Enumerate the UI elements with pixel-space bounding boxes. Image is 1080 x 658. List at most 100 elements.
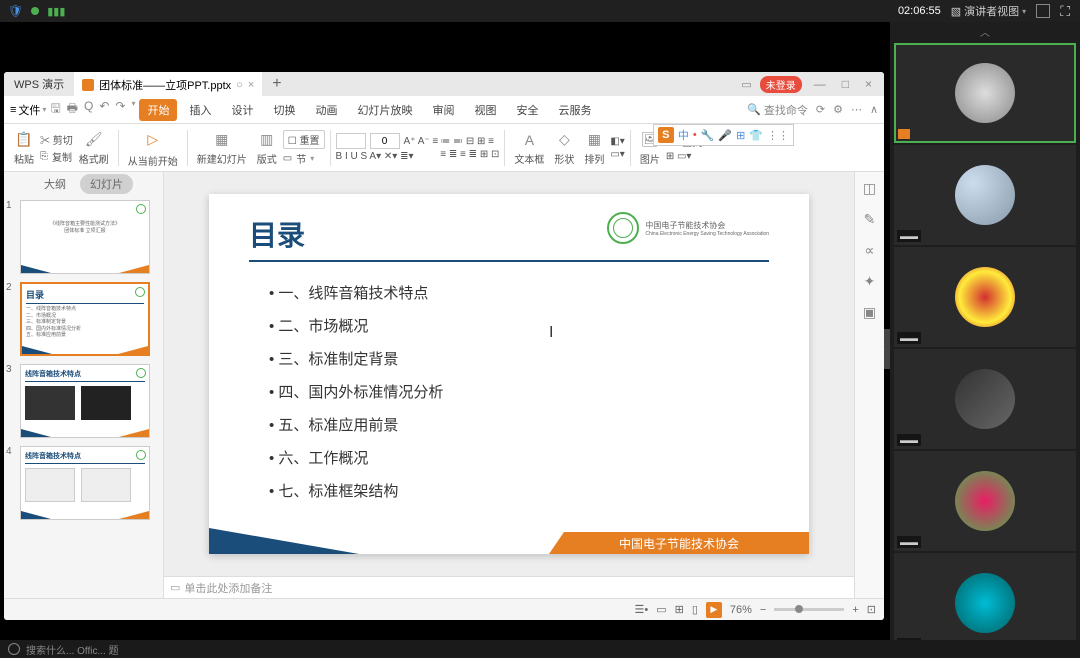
share-tool-icon[interactable]: ∝ xyxy=(864,242,874,259)
chevron-down-icon[interactable]: ▾ xyxy=(131,99,135,120)
shape-button[interactable]: ◇形状 xyxy=(550,130,578,166)
copy-button[interactable]: ⎘ 复制 xyxy=(40,149,73,164)
normal-view-icon[interactable]: ▭ xyxy=(656,603,666,616)
thumbnail[interactable]: 1 《线阵音箱主要性能测试方法》团体标准 立项汇报 xyxy=(8,200,159,274)
collapse-ribbon-icon[interactable]: ∧ xyxy=(870,103,878,116)
menu-insert[interactable]: 插入 xyxy=(181,99,219,121)
participant-tile[interactable]: ▬▬ xyxy=(894,553,1076,640)
print-icon[interactable]: 🖶 xyxy=(67,99,78,120)
select-tool-icon[interactable]: ◫ xyxy=(863,180,876,197)
menu-security[interactable]: 安全 xyxy=(508,99,546,121)
textbox-button[interactable]: A文本框 xyxy=(510,130,548,166)
ime-more-icon[interactable]: ⋮⋮ xyxy=(767,129,789,142)
minimize-button[interactable]: — xyxy=(810,77,830,91)
sorter-view-icon[interactable]: ⊞ xyxy=(675,603,684,616)
menu-start[interactable]: 开始 xyxy=(139,99,177,121)
align-row[interactable]: ≡ ≣ ≡ ≣ ⊞ ⊡ xyxy=(440,149,499,160)
style-tool-icon[interactable]: ✎ xyxy=(864,211,876,228)
section-button[interactable]: ▭ 节 ▾ xyxy=(283,151,325,166)
thumbnail[interactable]: 4 线阵音箱技术特点 xyxy=(8,446,159,520)
participant-tile[interactable]: ▬▬ xyxy=(894,247,1076,347)
outline-button[interactable]: ▭▾ xyxy=(610,149,624,160)
expand-icon[interactable]: ⛶ xyxy=(1060,3,1070,20)
menu-view[interactable]: 视图 xyxy=(466,99,504,121)
presenter-view-button[interactable]: ▧ 演讲者视图 ▾ xyxy=(951,3,1026,19)
notes-pane[interactable]: ▭ 单击此处添加备注 xyxy=(164,576,854,598)
participant-tile[interactable]: ▬▬ xyxy=(894,451,1076,551)
fit-button[interactable]: ⊡ xyxy=(867,603,876,616)
undo-icon[interactable]: ↶ xyxy=(99,99,109,120)
search-label: 查找命令 xyxy=(764,102,808,118)
menu-transition[interactable]: 切换 xyxy=(265,99,303,121)
menu-cloud[interactable]: 云服务 xyxy=(550,99,599,121)
window-icon[interactable]: ▭ xyxy=(741,78,751,91)
reading-view-icon[interactable]: ▯ xyxy=(692,603,698,616)
close-tab-icon[interactable]: × xyxy=(248,79,254,91)
font-box[interactable] xyxy=(336,133,366,149)
participant-tile[interactable] xyxy=(894,43,1076,143)
smiley-icon[interactable] xyxy=(8,643,20,655)
scroll-up-icon[interactable]: ︿ xyxy=(890,22,1080,41)
notes-toggle[interactable]: ☰• xyxy=(634,603,648,616)
fill-button[interactable]: ◧▾ xyxy=(610,136,624,147)
document-tab[interactable]: 团体标准——立项PPT.pptx ○ × xyxy=(74,72,262,96)
arrange-button[interactable]: ▦排列 xyxy=(580,130,608,166)
zoom-in-button[interactable]: + xyxy=(852,604,858,616)
thumbnail[interactable]: 3 线阵音箱技术特点 xyxy=(8,364,159,438)
ime-tool-icon[interactable]: 🔧 xyxy=(701,129,715,142)
participant-tile[interactable]: ▬▬ xyxy=(894,349,1076,449)
cut-button[interactable]: ✂ 剪切 xyxy=(40,132,73,147)
preview-icon[interactable]: Q xyxy=(84,99,93,120)
maximize-button[interactable]: □ xyxy=(838,77,853,91)
font-size-box[interactable] xyxy=(370,133,400,149)
ime-toolbar[interactable]: S 中 • 🔧 🎤 ⊞ 👕 ⋮⋮ xyxy=(653,124,794,146)
toc-list[interactable]: 一、线阵音箱技术特点 二、市场概况 三、标准制定背景 四、国内外标准情况分析 五… xyxy=(249,282,769,501)
toc-item: 一、线阵音箱技术特点 xyxy=(269,282,769,303)
slideshow-button[interactable]: ▶ xyxy=(706,602,722,618)
reset-button[interactable]: ☐ 重置 xyxy=(283,130,325,149)
zoom-slider[interactable] xyxy=(774,608,844,611)
new-slide-button[interactable]: ▦新建幻灯片 xyxy=(193,130,251,166)
outline-panel: 大纲 幻灯片 1 《线阵音箱主要性能测试方法》团体标准 立项汇报 2 目录 一、… xyxy=(4,172,164,598)
thumbnail[interactable]: 2 目录 一、线阵音箱技术特点二、市场概况三、标准制定背景四、国内外标准情况分析… xyxy=(8,282,159,356)
ime-mic-icon[interactable]: 🎤 xyxy=(718,129,732,142)
menu-design[interactable]: 设计 xyxy=(223,99,261,121)
more-icon[interactable]: ⋯ xyxy=(851,103,862,116)
property-tool-icon[interactable]: ▣ xyxy=(863,304,876,321)
search-command[interactable]: 🔍查找命令 xyxy=(747,102,808,118)
ime-lang[interactable]: 中 xyxy=(678,127,689,143)
menu-animation[interactable]: 动画 xyxy=(307,99,345,121)
menu-slideshow[interactable]: 幻灯片放映 xyxy=(349,99,420,121)
sync-icon[interactable]: ⟳ xyxy=(816,103,825,116)
replace-button[interactable]: ⊞ ▭▾ xyxy=(666,151,702,162)
redo-icon[interactable]: ↷ xyxy=(115,99,125,120)
login-badge[interactable]: 未登录 xyxy=(760,76,802,93)
gear-icon[interactable]: ⚙ xyxy=(833,103,843,116)
participant-tile[interactable]: ▬▬ xyxy=(894,145,1076,245)
font-style-row[interactable]: B I U S A▾ ✕▾ ≣▾ xyxy=(336,151,439,162)
format-painter[interactable]: 🖌格式刷 xyxy=(75,130,113,166)
ime-dot[interactable]: • xyxy=(693,129,697,141)
slides-tab[interactable]: 幻灯片 xyxy=(80,174,133,194)
avatar xyxy=(955,267,1015,327)
from-current-button[interactable]: ▷从当前开始 xyxy=(124,128,182,168)
taskbar-search[interactable]: 搜索什么... Offic... 题 xyxy=(26,642,119,657)
list-row[interactable]: ≔ ≕ ⊟ ⊞ ≡ xyxy=(440,136,499,147)
zoom-level[interactable]: 76% xyxy=(730,604,752,616)
ime-shirt-icon[interactable]: 👕 xyxy=(749,129,763,142)
animation-tool-icon[interactable]: ✦ xyxy=(864,273,876,290)
outline-tab[interactable]: 大纲 xyxy=(34,174,76,194)
fullscreen-icon[interactable] xyxy=(1036,4,1050,18)
file-menu-label: 文件 xyxy=(18,102,40,118)
close-button[interactable]: × xyxy=(861,77,876,91)
menu-review[interactable]: 审阅 xyxy=(424,99,462,121)
file-menu[interactable]: ≡文件▾ xyxy=(10,102,46,118)
participant-label: ▬▬ xyxy=(897,230,921,242)
ime-grid-icon[interactable]: ⊞ xyxy=(736,129,745,142)
layout-button[interactable]: ▥版式 xyxy=(253,130,281,166)
save-icon[interactable]: 🖫 xyxy=(50,99,60,120)
current-slide[interactable]: 中国电子节能技术协会China Electronic Energy Saving… xyxy=(209,194,809,554)
paste-group[interactable]: 📋粘贴 xyxy=(10,130,38,166)
new-tab-button[interactable]: + xyxy=(262,75,291,93)
zoom-out-button[interactable]: − xyxy=(760,604,766,616)
